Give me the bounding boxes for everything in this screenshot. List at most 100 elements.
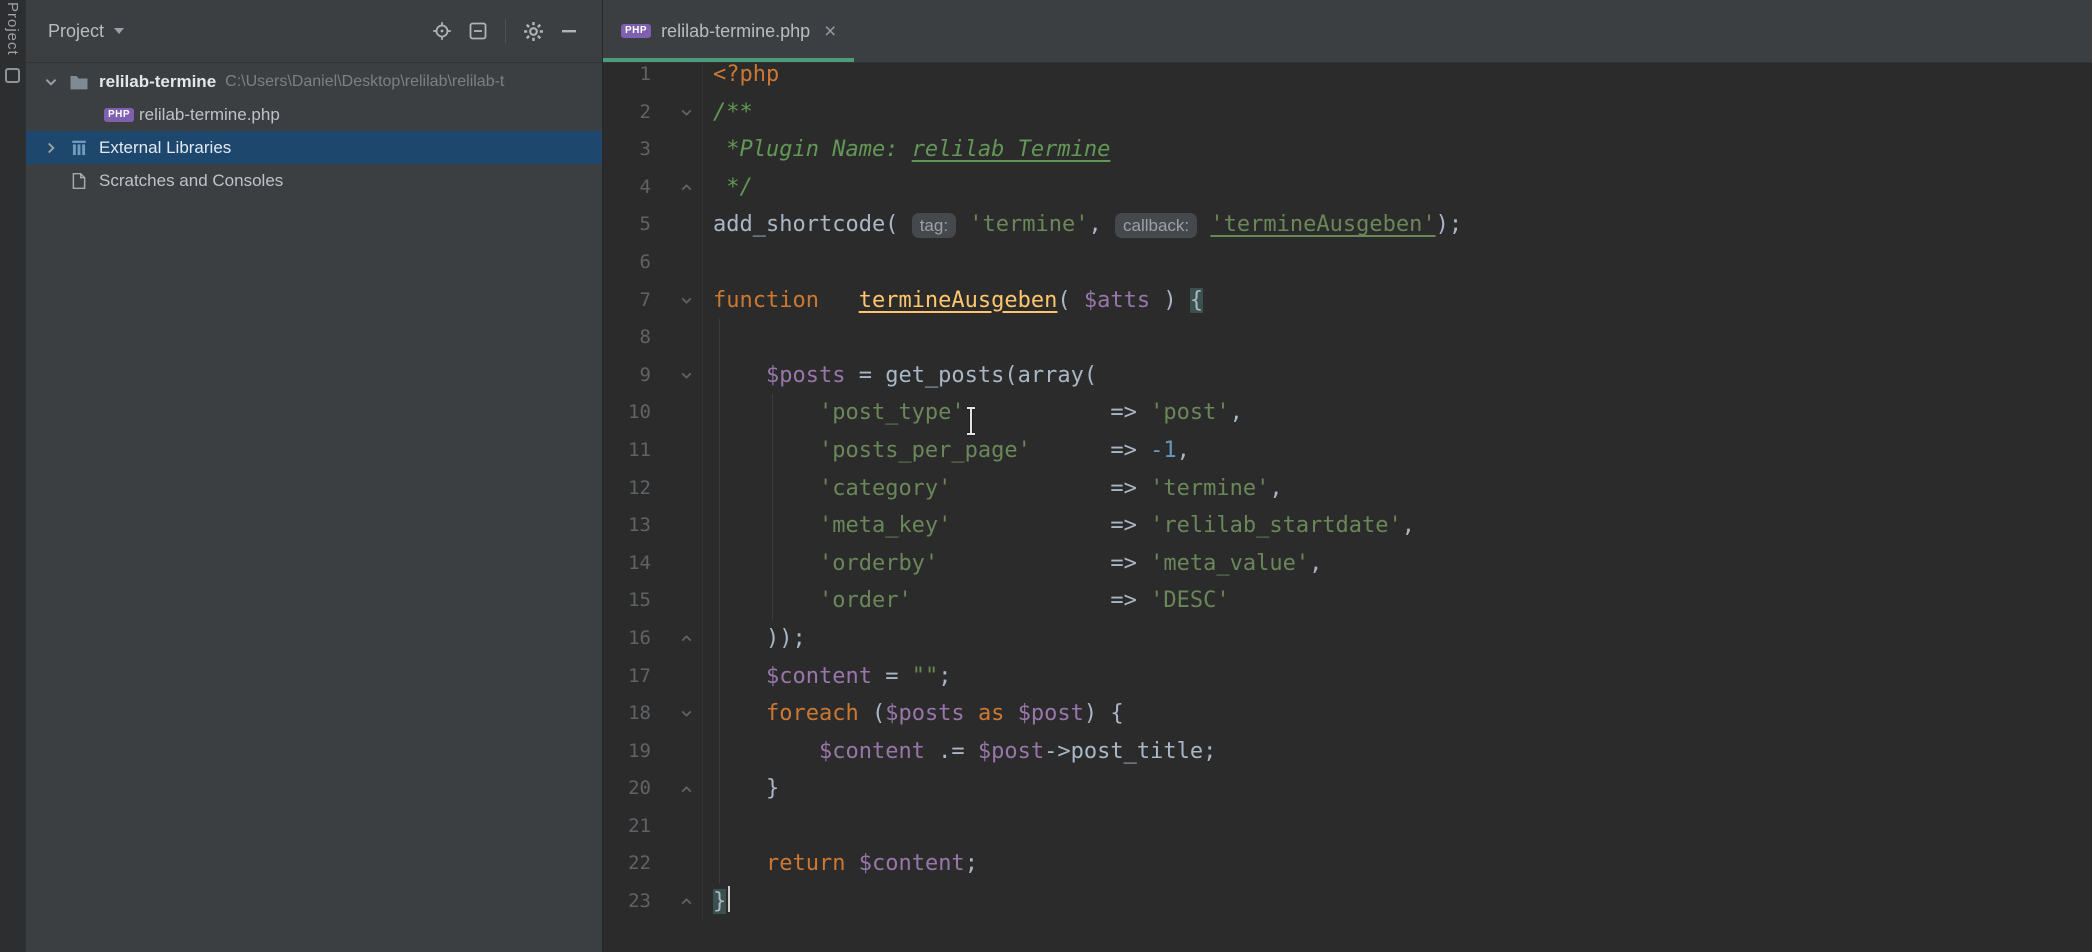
line-number[interactable]: 1 [603, 63, 651, 94]
code-text[interactable]: <?php [703, 63, 779, 94]
line-number[interactable]: 11 [603, 432, 651, 470]
chevron-down-icon[interactable] [114, 28, 124, 34]
editor-line: 21 [603, 808, 2092, 846]
chevron-down-icon[interactable] [36, 74, 66, 90]
code-text[interactable]: */ [703, 169, 753, 207]
library-icon [66, 139, 92, 157]
line-number[interactable]: 2 [603, 94, 651, 132]
code-text[interactable]: 'posts_per_page' => -1, [703, 432, 1190, 470]
fold-spacer [651, 432, 703, 470]
line-number[interactable]: 16 [603, 620, 651, 658]
code-text[interactable]: )); [703, 620, 806, 658]
line-number[interactable]: 12 [603, 470, 651, 508]
code-text[interactable]: } [703, 883, 730, 921]
line-number[interactable]: 7 [603, 282, 651, 320]
editor-pane: PHP relilab-termine.php × 1<?php2/**3 *P… [603, 0, 2092, 952]
editor-line: 20 } [603, 770, 2092, 808]
mouse-cursor-ibeam [963, 405, 979, 442]
editor-tab-bar: PHP relilab-termine.php × [603, 0, 2092, 63]
fold-spacer [651, 244, 703, 282]
phpstorm-window: Project Project [0, 0, 2092, 952]
code-text[interactable]: 'category' => 'termine', [703, 470, 1283, 508]
project-view-title[interactable]: Project [48, 21, 104, 42]
line-number[interactable]: 10 [603, 394, 651, 432]
line-number[interactable]: 8 [603, 319, 651, 357]
editor-line: 13 'meta_key' => 'relilab_startdate', [603, 507, 2092, 545]
code-text[interactable]: /** [703, 94, 753, 132]
tree-item-relilab-termine[interactable]: relilab-termineC:\Users\Daniel\Desktop\r… [26, 65, 602, 98]
tree-item-relilab-termine-php[interactable]: PHPrelilab-termine.php [26, 98, 602, 131]
fold-spacer [651, 658, 703, 696]
fold-spacer [651, 131, 703, 169]
settings-gear-icon[interactable] [518, 16, 548, 46]
editor-line: 6 [603, 244, 2092, 282]
editor-line: 18 foreach ($posts as $post) { [603, 695, 2092, 733]
line-number[interactable]: 17 [603, 658, 651, 696]
fold-start-icon[interactable] [651, 695, 703, 733]
line-number[interactable]: 21 [603, 808, 651, 846]
code-text[interactable]: $content = ""; [703, 658, 951, 696]
fold-spacer [651, 507, 703, 545]
line-number[interactable]: 22 [603, 845, 651, 883]
locate-file-icon[interactable] [427, 16, 457, 46]
editor-line: 16 )); [603, 620, 2092, 658]
code-text[interactable] [703, 808, 713, 846]
code-text[interactable]: add_shortcode( tag: 'termine', callback:… [703, 206, 1462, 244]
code-editor[interactable]: 1<?php2/**3 *Plugin Name: relilab Termin… [603, 63, 2092, 952]
project-panel: Project [26, 0, 603, 952]
editor-line: 11 'posts_per_page' => -1, [603, 432, 2092, 470]
fold-spacer [651, 470, 703, 508]
line-number[interactable]: 13 [603, 507, 651, 545]
tree-item-scratches-and-consoles[interactable]: Scratches and Consoles [26, 164, 602, 197]
fold-spacer [651, 808, 703, 846]
fold-spacer [651, 63, 703, 94]
line-number[interactable]: 18 [603, 695, 651, 733]
fold-start-icon[interactable] [651, 282, 703, 320]
tool-window-icon[interactable] [5, 68, 20, 83]
code-text[interactable]: $posts = get_posts(array( [703, 357, 1097, 395]
fold-end-icon[interactable] [651, 169, 703, 207]
tree-item-external-libraries[interactable]: External Libraries [26, 131, 602, 164]
code-text[interactable]: 'orderby' => 'meta_value', [703, 545, 1322, 583]
tree-item-label: relilab-termine.php [139, 105, 280, 125]
line-number[interactable]: 9 [603, 357, 651, 395]
line-number[interactable]: 19 [603, 733, 651, 771]
code-text[interactable]: return $content; [703, 845, 978, 883]
tree-item-label: Scratches and Consoles [99, 171, 283, 191]
line-number[interactable]: 4 [603, 169, 651, 207]
editor-line: 10 'post_type' => 'post', [603, 394, 2092, 432]
editor-line: 19 $content .= $post->post_title; [603, 733, 2092, 771]
code-text[interactable]: } [703, 770, 779, 808]
fold-end-icon[interactable] [651, 883, 703, 921]
editor-line: 3 *Plugin Name: relilab Termine [603, 131, 2092, 169]
code-text[interactable] [703, 244, 713, 282]
code-text[interactable]: 'meta_key' => 'relilab_startdate', [703, 507, 1415, 545]
project-tree: relilab-termineC:\Users\Daniel\Desktop\r… [26, 63, 602, 197]
hide-panel-icon[interactable] [554, 16, 584, 46]
code-text[interactable]: function termineAusgeben( $atts ) { [703, 282, 1203, 320]
close-icon[interactable]: × [824, 21, 836, 42]
project-stripe-button[interactable]: Project [4, 2, 21, 56]
fold-end-icon[interactable] [651, 770, 703, 808]
chevron-right-icon[interactable] [36, 140, 66, 156]
collapse-all-icon[interactable] [463, 16, 493, 46]
line-number[interactable]: 6 [603, 244, 651, 282]
code-text[interactable]: $content .= $post->post_title; [703, 733, 1216, 771]
code-text[interactable]: *Plugin Name: relilab Termine [703, 131, 1110, 169]
line-number[interactable]: 20 [603, 770, 651, 808]
line-number[interactable]: 3 [603, 131, 651, 169]
editor-line: 17 $content = ""; [603, 658, 2092, 696]
fold-start-icon[interactable] [651, 357, 703, 395]
fold-start-icon[interactable] [651, 94, 703, 132]
line-number[interactable]: 15 [603, 582, 651, 620]
line-number[interactable]: 5 [603, 206, 651, 244]
text-caret [728, 886, 730, 912]
line-number[interactable]: 23 [603, 883, 651, 921]
code-text[interactable] [703, 319, 713, 357]
fold-end-icon[interactable] [651, 620, 703, 658]
code-text[interactable]: 'order' => 'DESC' [703, 582, 1230, 620]
editor-line: 22 return $content; [603, 845, 2092, 883]
line-number[interactable]: 14 [603, 545, 651, 583]
code-text[interactable]: foreach ($posts as $post) { [703, 695, 1124, 733]
tab-relilab-termine-php[interactable]: PHP relilab-termine.php × [603, 0, 854, 62]
